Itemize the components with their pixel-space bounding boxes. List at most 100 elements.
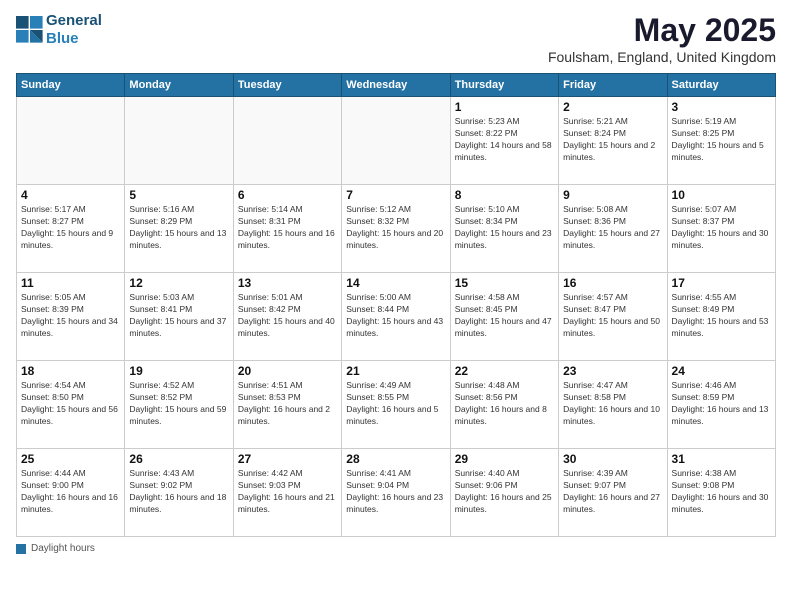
calendar-cell: 5 Sunrise: 5:16 AMSunset: 8:29 PMDaylight… — [125, 185, 233, 273]
day-info: Sunrise: 5:08 AMSunset: 8:36 PMDaylight:… — [563, 204, 662, 252]
calendar-week-3: 11 Sunrise: 5:05 AMSunset: 8:39 PMDayligh… — [17, 273, 776, 361]
day-info: Sunrise: 5:05 AMSunset: 8:39 PMDaylight:… — [21, 292, 120, 340]
day-number: 26 — [129, 452, 228, 466]
calendar-cell: 18 Sunrise: 4:54 AMSunset: 8:50 PMDayligh… — [17, 361, 125, 449]
day-info: Sunrise: 4:54 AMSunset: 8:50 PMDaylight:… — [21, 380, 120, 428]
footer: Daylight hours — [16, 543, 776, 554]
calendar-week-1: 1 Sunrise: 5:23 AMSunset: 8:22 PMDaylight… — [17, 97, 776, 185]
day-info: Sunrise: 5:10 AMSunset: 8:34 PMDaylight:… — [455, 204, 554, 252]
day-info: Sunrise: 4:55 AMSunset: 8:49 PMDaylight:… — [672, 292, 771, 340]
calendar-cell: 11 Sunrise: 5:05 AMSunset: 8:39 PMDayligh… — [17, 273, 125, 361]
day-number: 25 — [21, 452, 120, 466]
day-number: 1 — [455, 100, 554, 114]
day-number: 14 — [346, 276, 445, 290]
calendar-cell: 12 Sunrise: 5:03 AMSunset: 8:41 PMDayligh… — [125, 273, 233, 361]
calendar-header-row: Sunday Monday Tuesday Wednesday Thursday… — [17, 74, 776, 97]
day-info: Sunrise: 5:17 AMSunset: 8:27 PMDaylight:… — [21, 204, 120, 252]
calendar-cell: 2Sunrise: 5:21 AMSunset: 8:24 PMDaylight… — [559, 97, 667, 185]
day-number: 4 — [21, 188, 120, 202]
day-number: 9 — [563, 188, 662, 202]
day-info: Sunrise: 4:44 AMSunset: 9:00 PMDaylight:… — [21, 468, 120, 516]
calendar-cell: 20 Sunrise: 4:51 AMSunset: 8:53 PMDayligh… — [233, 361, 341, 449]
col-tuesday: Tuesday — [233, 74, 341, 97]
calendar-cell: 25 Sunrise: 4:44 AMSunset: 9:00 PMDayligh… — [17, 449, 125, 537]
header: General Blue May 2025 Foulsham, England,… — [16, 12, 776, 65]
day-info: Sunrise: 5:00 AMSunset: 8:44 PMDaylight:… — [346, 292, 445, 340]
col-friday: Friday — [559, 74, 667, 97]
logo-text-line2: Blue — [46, 30, 102, 48]
day-number: 18 — [21, 364, 120, 378]
calendar-cell: 27 Sunrise: 4:42 AMSunset: 9:03 PMDayligh… — [233, 449, 341, 537]
day-number: 21 — [346, 364, 445, 378]
calendar-cell — [125, 97, 233, 185]
calendar-cell: 28 Sunrise: 4:41 AMSunset: 9:04 PMDayligh… — [342, 449, 450, 537]
footer-dot — [16, 544, 26, 554]
calendar-cell: 24 Sunrise: 4:46 AMSunset: 8:59 PMDayligh… — [667, 361, 775, 449]
day-info: Sunrise: 5:14 AMSunset: 8:31 PMDaylight:… — [238, 204, 337, 252]
day-number: 15 — [455, 276, 554, 290]
col-saturday: Saturday — [667, 74, 775, 97]
col-sunday: Sunday — [17, 74, 125, 97]
day-number: 30 — [563, 452, 662, 466]
day-number: 27 — [238, 452, 337, 466]
calendar-cell: 9 Sunrise: 5:08 AMSunset: 8:36 PMDaylight… — [559, 185, 667, 273]
day-info: Sunrise: 4:48 AMSunset: 8:56 PMDaylight:… — [455, 380, 554, 428]
calendar-cell: 15 Sunrise: 4:58 AMSunset: 8:45 PMDayligh… — [450, 273, 558, 361]
day-number: 5 — [129, 188, 228, 202]
day-info: Sunrise: 4:46 AMSunset: 8:59 PMDaylight:… — [672, 380, 771, 428]
day-number: 3 — [672, 100, 771, 114]
calendar-cell: 8Sunrise: 5:10 AMSunset: 8:34 PMDaylight… — [450, 185, 558, 273]
day-number: 17 — [672, 276, 771, 290]
day-info: Sunrise: 4:43 AMSunset: 9:02 PMDaylight:… — [129, 468, 228, 516]
day-info: Sunrise: 5:19 AMSunset: 8:25 PMDaylight:… — [672, 116, 771, 164]
calendar-cell: 21 Sunrise: 4:49 AMSunset: 8:55 PMDayligh… — [342, 361, 450, 449]
calendar-week-4: 18 Sunrise: 4:54 AMSunset: 8:50 PMDayligh… — [17, 361, 776, 449]
day-number: 31 — [672, 452, 771, 466]
col-monday: Monday — [125, 74, 233, 97]
month-title: May 2025 — [548, 12, 776, 49]
calendar-cell — [233, 97, 341, 185]
calendar-cell: 22 Sunrise: 4:48 AMSunset: 8:56 PMDayligh… — [450, 361, 558, 449]
calendar-cell: 30Sunrise: 4:39 AMSunset: 9:07 PMDayligh… — [559, 449, 667, 537]
day-info: Sunrise: 4:41 AMSunset: 9:04 PMDaylight:… — [346, 468, 445, 516]
calendar-cell — [342, 97, 450, 185]
day-number: 12 — [129, 276, 228, 290]
calendar-cell: 1 Sunrise: 5:23 AMSunset: 8:22 PMDaylight… — [450, 97, 558, 185]
calendar-week-5: 25 Sunrise: 4:44 AMSunset: 9:00 PMDayligh… — [17, 449, 776, 537]
day-number: 24 — [672, 364, 771, 378]
calendar-cell: 10Sunrise: 5:07 AMSunset: 8:37 PMDayligh… — [667, 185, 775, 273]
day-number: 16 — [563, 276, 662, 290]
calendar-cell: 7Sunrise: 5:12 AMSunset: 8:32 PMDaylight… — [342, 185, 450, 273]
day-number: 22 — [455, 364, 554, 378]
day-number: 7 — [346, 188, 445, 202]
logo-text-line1: General — [46, 12, 102, 30]
day-info: Sunrise: 5:21 AMSunset: 8:24 PMDaylight:… — [563, 116, 662, 164]
day-number: 28 — [346, 452, 445, 466]
day-number: 19 — [129, 364, 228, 378]
calendar-cell: 3 Sunrise: 5:19 AMSunset: 8:25 PMDaylight… — [667, 97, 775, 185]
day-number: 10 — [672, 188, 771, 202]
day-info: Sunrise: 5:23 AMSunset: 8:22 PMDaylight:… — [455, 116, 554, 164]
day-number: 11 — [21, 276, 120, 290]
calendar-cell: 31Sunrise: 4:38 AMSunset: 9:08 PMDayligh… — [667, 449, 775, 537]
page: General Blue May 2025 Foulsham, England,… — [0, 0, 792, 612]
calendar-cell: 16 Sunrise: 4:57 AMSunset: 8:47 PMDayligh… — [559, 273, 667, 361]
day-info: Sunrise: 4:40 AMSunset: 9:06 PMDaylight:… — [455, 468, 554, 516]
calendar-cell: 14 Sunrise: 5:00 AMSunset: 8:44 PMDayligh… — [342, 273, 450, 361]
day-info: Sunrise: 5:16 AMSunset: 8:29 PMDaylight:… — [129, 204, 228, 252]
day-info: Sunrise: 4:42 AMSunset: 9:03 PMDaylight:… — [238, 468, 337, 516]
day-number: 20 — [238, 364, 337, 378]
calendar-table: Sunday Monday Tuesday Wednesday Thursday… — [16, 73, 776, 537]
day-info: Sunrise: 4:58 AMSunset: 8:45 PMDaylight:… — [455, 292, 554, 340]
calendar-cell: 19Sunrise: 4:52 AMSunset: 8:52 PMDayligh… — [125, 361, 233, 449]
day-info: Sunrise: 4:57 AMSunset: 8:47 PMDaylight:… — [563, 292, 662, 340]
day-number: 13 — [238, 276, 337, 290]
logo: General Blue — [16, 12, 102, 48]
title-block: May 2025 Foulsham, England, United Kingd… — [548, 12, 776, 65]
day-info: Sunrise: 4:47 AMSunset: 8:58 PMDaylight:… — [563, 380, 662, 428]
day-info: Sunrise: 5:03 AMSunset: 8:41 PMDaylight:… — [129, 292, 228, 340]
day-info: Sunrise: 4:49 AMSunset: 8:55 PMDaylight:… — [346, 380, 445, 428]
calendar-cell: 6Sunrise: 5:14 AMSunset: 8:31 PMDaylight… — [233, 185, 341, 273]
day-info: Sunrise: 4:51 AMSunset: 8:53 PMDaylight:… — [238, 380, 337, 428]
calendar-cell: 4 Sunrise: 5:17 AMSunset: 8:27 PMDaylight… — [17, 185, 125, 273]
